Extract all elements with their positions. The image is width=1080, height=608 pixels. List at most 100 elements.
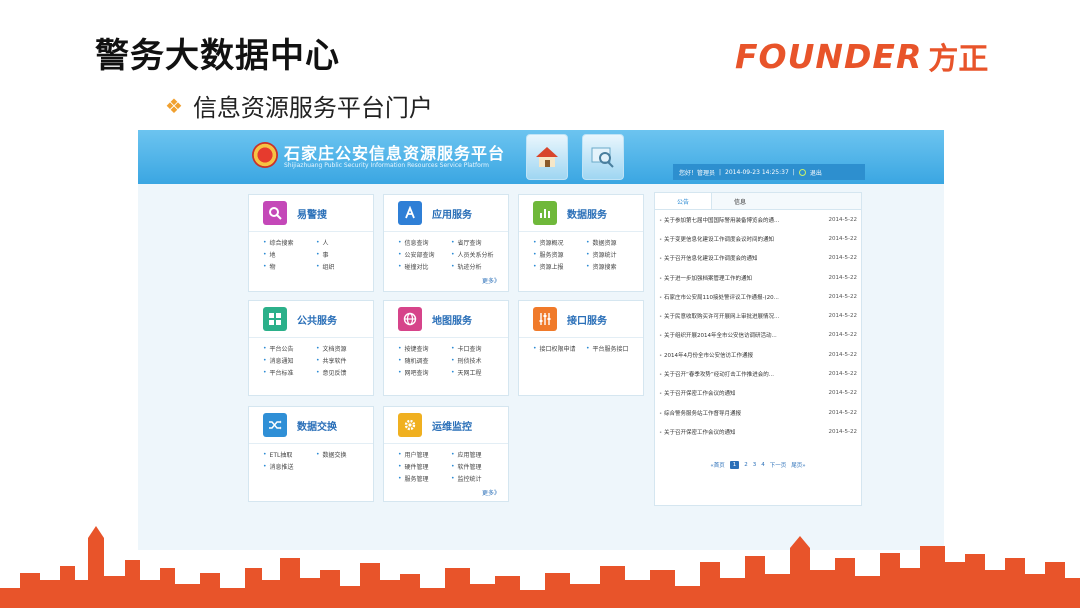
news-date: 2014-5-22 (828, 313, 857, 320)
news-row[interactable]: 关于召开保密工作会议的通知 2014-5-22 (659, 384, 857, 403)
link-item[interactable]: 人 (316, 238, 365, 247)
news-title[interactable]: 关于参加第七届中国国际警用装备博览会的通... (659, 216, 779, 224)
link-item[interactable]: 平台标准 (263, 368, 312, 377)
news-title[interactable]: 2014年4月份全市公安信访工作通报 (659, 351, 753, 359)
news-title[interactable]: 关于变更信息化建设工作调度会议时间的通知 (659, 235, 774, 243)
page-link[interactable]: 2 (744, 462, 748, 468)
news-row[interactable]: 关于召开“春季攻势”经动打击工作推进会的... 2014-5-22 (659, 364, 857, 383)
link-item[interactable]: 硬件管理 (398, 462, 447, 471)
news-title[interactable]: 关于民意收取购买许可开展网上审批进展情况... (659, 312, 779, 320)
card-yijingsou[interactable]: 易警搜 综合搜索 人 地 事 物 组织 (248, 194, 374, 292)
link-item[interactable]: 天网工程 (451, 368, 500, 377)
bullet-row: ❖ 信息资源服务平台门户 (165, 88, 433, 123)
link-item[interactable]: 应用管理 (451, 450, 500, 459)
link-item[interactable]: 资源概况 (533, 238, 582, 247)
card-jiaohuan[interactable]: 数据交换 ETL抽取 数据交换 消息推送 (248, 406, 374, 502)
link-item[interactable]: 事 (316, 250, 365, 259)
news-row[interactable]: 关于参加第七届中国国际警用装备博览会的通... 2014-5-22 (659, 210, 857, 229)
link-item[interactable]: 物 (263, 262, 312, 271)
link-item[interactable]: 共享软件 (316, 356, 365, 365)
link-item[interactable]: 人员关系分析 (451, 250, 500, 259)
link-item[interactable]: 综合搜索 (263, 238, 312, 247)
link-item[interactable]: 资源统计 (586, 250, 635, 259)
news-title[interactable]: 关于召开“春季攻势”经动打击工作推进会的... (659, 370, 774, 378)
more-link[interactable]: 更多》 (482, 488, 500, 497)
portal-banner: 石家庄公安信息资源服务平台 Shijiazhuang Public Securi… (138, 130, 944, 184)
news-row[interactable]: 2014年4月份全市公安信访工作通报 2014-5-22 (659, 345, 857, 364)
home-button[interactable] (526, 134, 568, 180)
news-row[interactable]: 综合警务服务站工作督导月通报 2014-5-22 (659, 403, 857, 422)
link-item[interactable]: 数据交换 (316, 450, 365, 459)
link-item[interactable]: 信息查询 (398, 238, 447, 247)
tab-info[interactable]: 信息 (712, 193, 768, 209)
news-title[interactable]: 石家庄市公安局110接处警评议工作通报-(20... (659, 293, 779, 301)
link-item[interactable]: 服务资源 (533, 250, 582, 259)
link-item[interactable]: 刑侦技术 (451, 356, 500, 365)
search-icon (263, 201, 287, 225)
card-shuju[interactable]: 数据服务 资源概况 数据资源 服务资源 资源统计 资源上报 资源搜索 (518, 194, 644, 292)
link-item[interactable]: 资源搜索 (586, 262, 635, 271)
card-title: 公共服务 (297, 315, 337, 327)
link-item[interactable]: 数据资源 (586, 238, 635, 247)
more-link[interactable]: 更多》 (482, 276, 500, 285)
link-item[interactable]: 公安部查询 (398, 250, 447, 259)
link-item[interactable]: 用户管理 (398, 450, 447, 459)
link-item[interactable]: 服务管理 (398, 474, 447, 483)
page-link[interactable]: 4 (761, 462, 765, 468)
link-item[interactable]: 随机调查 (398, 356, 447, 365)
last-page-link[interactable]: 尾页» (791, 461, 805, 469)
link-item[interactable]: 按键查询 (398, 344, 447, 353)
news-row[interactable]: 关于进一步加强档案管理工作的通知 2014-5-22 (659, 268, 857, 287)
news-row[interactable]: 关于召开信息化建设工作调度会的通知 2014-5-22 (659, 249, 857, 268)
search-portal-button[interactable] (582, 134, 624, 180)
news-title[interactable]: 关于进一步加强档案管理工作的通知 (659, 274, 752, 282)
link-item[interactable]: 地 (263, 250, 312, 259)
link-item[interactable]: 网吧查询 (398, 368, 447, 377)
link-item[interactable]: 接口权限申请 (533, 344, 582, 353)
card-yunwei[interactable]: 运维监控 用户管理 应用管理 硬件管理 软件管理 服务管理 监控统计 更多》 (383, 406, 509, 502)
card-title: 数据服务 (567, 209, 607, 221)
news-row[interactable]: 关于召开保密工作会议的通知 2014-5-22 (659, 422, 857, 441)
news-title[interactable]: 关于召开保密工作会议的通知 (659, 389, 736, 397)
link-item[interactable]: 省厅查询 (451, 238, 500, 247)
news-title[interactable]: 关于召开信息化建设工作调度会的通知 (659, 254, 758, 262)
card-ditu[interactable]: 地图服务 按键查询 卡口查询 随机调查 刑侦技术 网吧查询 天网工程 (383, 300, 509, 396)
pagination: «首页 1 2 3 4 下一页 尾页» (655, 461, 861, 469)
card-gonggong[interactable]: 公共服务 平台公告 文档资源 消息通知 共享软件 平台标准 意见反馈 (248, 300, 374, 396)
logout-link[interactable]: 退出 (810, 168, 822, 177)
news-row[interactable]: 关于变更信息化建设工作调度会议时间的通知 2014-5-22 (659, 229, 857, 248)
link-item[interactable]: 软件管理 (451, 462, 500, 471)
tab-announcements[interactable]: 公告 (655, 193, 712, 209)
logo-en: FOUNDER (735, 36, 923, 76)
shuffle-icon (263, 413, 287, 437)
news-title[interactable]: 综合警务服务站工作督导月通报 (659, 409, 741, 417)
next-page-link[interactable]: 下一页 (770, 461, 787, 469)
link-item[interactable]: 文档资源 (316, 344, 365, 353)
news-row[interactable]: 石家庄市公安局110接处警评议工作通报-(20... 2014-5-22 (659, 287, 857, 306)
news-date: 2014-5-22 (828, 255, 857, 262)
user-greeting: 您好！管理员 (679, 169, 716, 177)
bar-chart-icon (533, 201, 557, 225)
page-link-current[interactable]: 1 (729, 461, 740, 469)
link-item[interactable]: 碰撞对比 (398, 262, 447, 271)
news-title[interactable]: 关于召开保密工作会议的通知 (659, 428, 736, 436)
link-item[interactable]: 平台公告 (263, 344, 312, 353)
card-yingyong[interactable]: 应用服务 信息查询 省厅查询 公安部查询 人员关系分析 碰撞对比 轨迹分析 更多… (383, 194, 509, 292)
news-row[interactable]: 关于民意收取购买许可开展网上审批进展情况... 2014-5-22 (659, 306, 857, 325)
first-page-link[interactable]: «首页 (710, 461, 724, 469)
link-item[interactable]: 监控统计 (451, 474, 500, 483)
diamond-bullet-icon: ❖ (165, 93, 183, 118)
link-item[interactable]: 意见反馈 (316, 368, 365, 377)
link-item[interactable]: ETL抽取 (263, 450, 312, 459)
link-item[interactable]: 轨迹分析 (451, 262, 500, 271)
link-item[interactable]: 组织 (316, 262, 365, 271)
card-jiekou[interactable]: 接口服务 接口权限申请 平台服务接口 (518, 300, 644, 396)
link-item[interactable]: 资源上报 (533, 262, 582, 271)
link-item[interactable]: 消息推送 (263, 462, 312, 471)
page-link[interactable]: 3 (753, 462, 757, 468)
news-row[interactable]: 关于组织开展2014年全市公安信访调研活动... 2014-5-22 (659, 326, 857, 345)
link-item[interactable]: 平台服务接口 (586, 344, 635, 353)
link-item[interactable]: 消息通知 (263, 356, 312, 365)
link-item[interactable]: 卡口查询 (451, 344, 500, 353)
news-title[interactable]: 关于组织开展2014年全市公安信访调研活动... (659, 331, 777, 339)
